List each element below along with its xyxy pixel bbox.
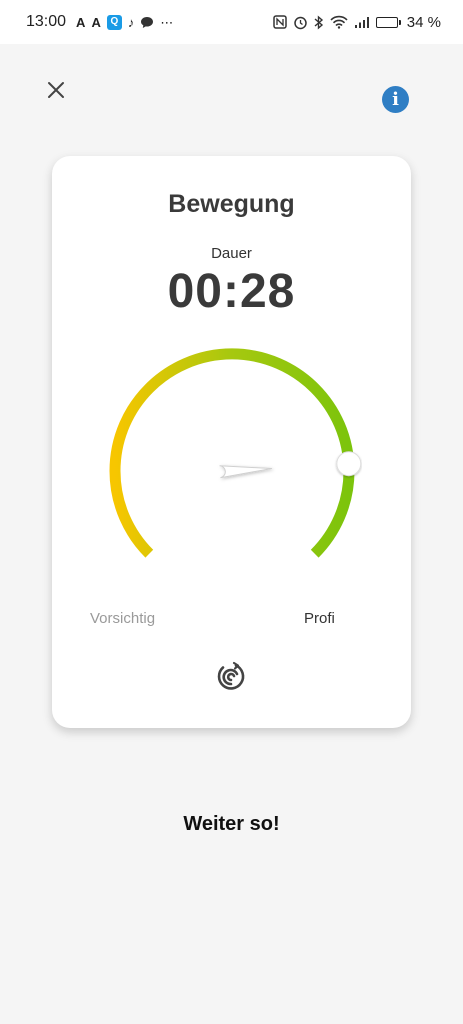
status-time: 13:00 xyxy=(26,13,67,30)
alarm-icon xyxy=(293,15,308,30)
tiktok-icon: ♪ xyxy=(127,14,135,30)
chat-bubble-icon xyxy=(140,16,154,29)
app-a-icon: A xyxy=(76,14,86,30)
more-icon: ⋯ xyxy=(160,14,174,30)
signal-icon xyxy=(354,16,370,29)
close-icon xyxy=(48,82,64,98)
activity-card: Bewegung Dauer 00:28 Vorsichtig Profi xyxy=(52,156,411,728)
spiral-icon xyxy=(217,661,245,690)
wifi-icon xyxy=(330,15,348,29)
status-bar-left: 13:00 A A Q ♪ ⋯ xyxy=(26,13,173,31)
nfc-icon xyxy=(273,15,287,29)
gauge-slider-handle[interactable] xyxy=(336,451,362,477)
status-bar-right: 34 % xyxy=(273,14,441,31)
info-button[interactable]: i xyxy=(382,86,409,113)
gauge-label-pro: Profi xyxy=(304,610,335,627)
gauge-needle xyxy=(219,465,272,479)
gauge-arc xyxy=(109,348,355,558)
duration-label: Dauer xyxy=(211,245,252,262)
footer-message: Weiter so! xyxy=(183,813,280,835)
status-bar: 13:00 A A Q ♪ ⋯ 34 % xyxy=(0,0,463,44)
intensity-gauge xyxy=(109,348,362,558)
gauge-label-cautious: Vorsichtig xyxy=(90,610,156,627)
duration-value: 00:28 xyxy=(167,265,296,318)
app-q-icon: Q xyxy=(106,14,122,30)
bluetooth-icon xyxy=(314,14,324,30)
battery-icon xyxy=(375,16,401,28)
info-icon: i xyxy=(392,89,399,110)
card-title: Bewegung xyxy=(168,190,295,218)
app-a-icon: A xyxy=(91,14,101,30)
close-button[interactable] xyxy=(44,78,68,102)
battery-percent: 34 % xyxy=(406,13,441,31)
